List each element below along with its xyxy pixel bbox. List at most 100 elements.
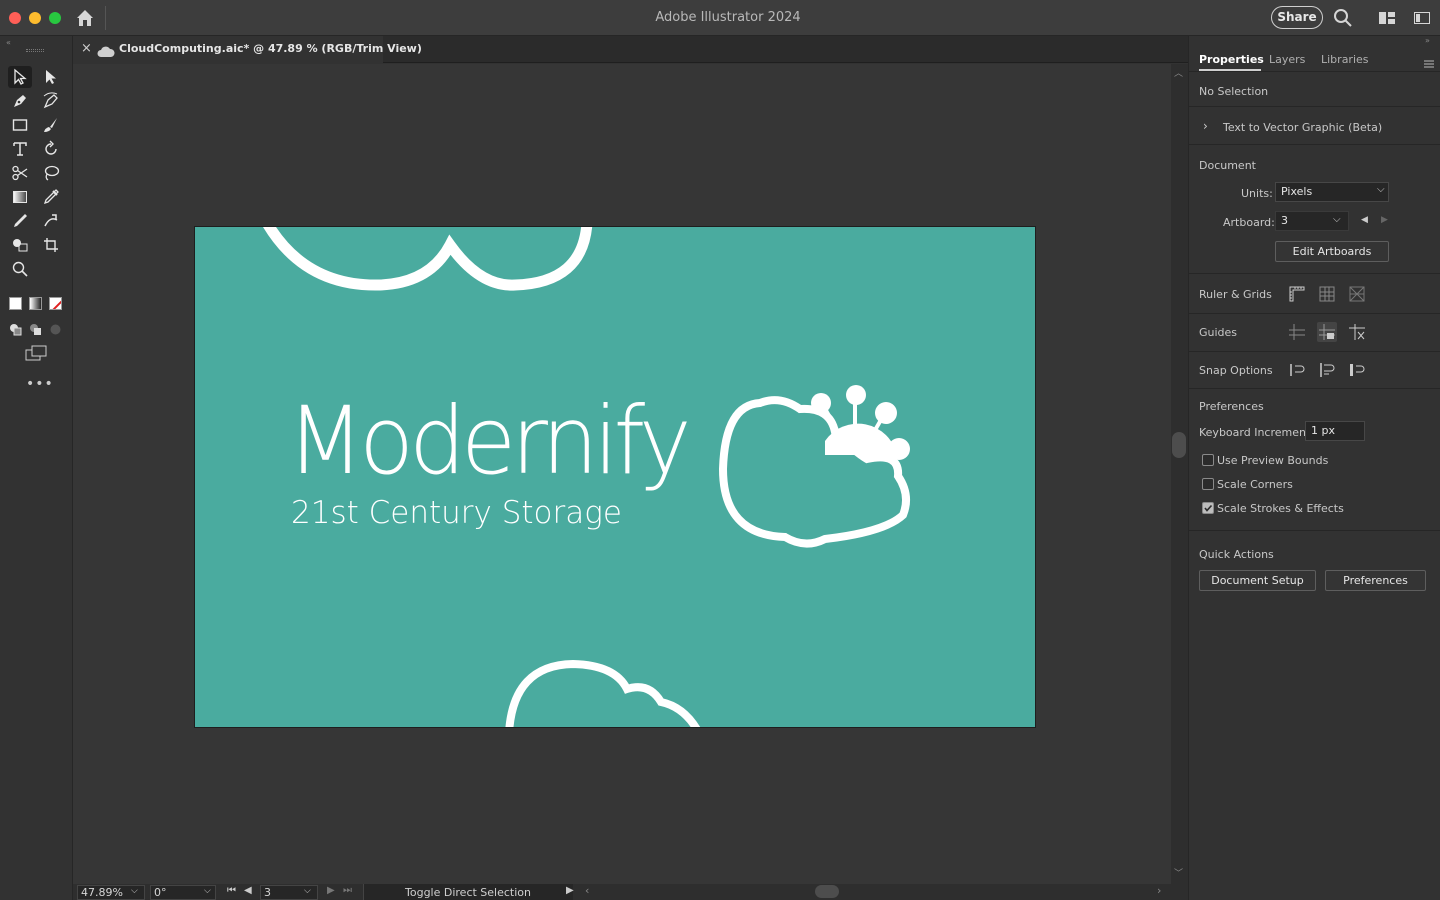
rotate-tool-icon[interactable] (39, 138, 63, 160)
tab-layers[interactable]: Layers (1269, 53, 1305, 66)
horizontal-scroll-thumb[interactable] (815, 885, 839, 898)
rotation-dropdown-icon[interactable]: ⌵ (204, 886, 211, 896)
direct-selection-tool-icon[interactable] (39, 66, 63, 88)
top-cloud-outline (263, 227, 593, 291)
rectangle-tool-icon[interactable] (8, 114, 32, 136)
draw-behind-icon[interactable] (29, 321, 42, 335)
none-swatch[interactable] (49, 297, 62, 310)
expand-panel-icon[interactable]: » (1425, 36, 1430, 45)
share-button[interactable]: Share (1271, 6, 1323, 29)
first-artboard-icon[interactable]: ⏮ (227, 885, 236, 896)
tab-properties[interactable]: Properties (1199, 53, 1264, 66)
artboard-number: 3 (264, 886, 271, 899)
fill-swatch[interactable] (9, 297, 22, 310)
scroll-right-icon[interactable]: › (1157, 884, 1161, 897)
next-artboard-icon[interactable]: ▶ (327, 885, 335, 896)
status-text: Toggle Direct Selection (405, 886, 531, 899)
logo-cloud-icon (718, 385, 911, 548)
document-tab[interactable]: × CloudComputing.aic* @ 47.89 % (RGB/Tri… (73, 36, 422, 63)
type-tool-icon[interactable] (8, 138, 32, 160)
separator (1189, 273, 1440, 274)
close-tab-icon[interactable]: × (81, 41, 92, 56)
separator (1189, 388, 1440, 389)
document-setup-button[interactable]: Document Setup (1199, 570, 1316, 591)
snap-to-glyph-icon[interactable] (1347, 360, 1367, 380)
draw-inside-icon[interactable] (49, 321, 62, 335)
panel-toggle-icon[interactable] (1413, 10, 1431, 26)
tab-libraries[interactable]: Libraries (1321, 53, 1369, 66)
scissors-tool-icon[interactable] (8, 162, 32, 184)
units-chevron-down-icon[interactable]: ⌵ (1377, 184, 1385, 195)
bottom-cloud-outline (505, 659, 701, 727)
scroll-left-icon[interactable]: ‹ (585, 884, 589, 897)
vertical-scrollbar[interactable]: ︿ ﹀ (1171, 64, 1188, 884)
units-value: Pixels (1281, 185, 1313, 198)
text-to-vector-label[interactable]: Text to Vector Graphic (Beta) (1223, 121, 1382, 134)
title-bar: Adobe Illustrator 2024 Share (0, 0, 1440, 36)
next-artboard-panel-icon[interactable]: ▶ (1381, 215, 1388, 225)
gradient-swatch[interactable] (29, 297, 42, 310)
keyboard-increment-input[interactable]: 1 px (1305, 421, 1365, 441)
previous-artboard-icon[interactable]: ◀ (244, 885, 252, 896)
more-tools-icon[interactable]: ••• (26, 376, 54, 392)
previous-artboard-panel-icon[interactable]: ◀ (1361, 215, 1368, 225)
vertical-scroll-thumb[interactable] (1172, 432, 1186, 458)
scroll-up-icon[interactable]: ︿ (1174, 66, 1183, 79)
curvature-tool-icon[interactable] (39, 90, 63, 112)
rotation-value: 0° (154, 886, 167, 899)
pen-tool-icon[interactable] (8, 90, 32, 112)
artboard-chevron-down-icon[interactable]: ⌵ (1333, 214, 1341, 225)
last-artboard-icon[interactable]: ⏭ (343, 885, 352, 896)
snap-to-pixel-icon[interactable] (1317, 360, 1337, 380)
selection-tool-icon[interactable] (8, 66, 32, 88)
scale-strokes-checkbox[interactable] (1202, 502, 1214, 514)
search-icon[interactable] (1333, 8, 1353, 28)
ruler-icon[interactable] (1287, 284, 1307, 304)
separator (1189, 351, 1440, 352)
quick-actions-heading: Quick Actions (1199, 548, 1274, 561)
separator (1189, 106, 1440, 107)
puppet-warp-tool-icon[interactable] (39, 210, 63, 232)
use-preview-bounds-checkbox[interactable] (1202, 454, 1214, 466)
eyedropper-blend-tool-icon[interactable] (39, 186, 63, 208)
paintbrush-tool-icon[interactable] (39, 114, 63, 136)
draw-normal-icon[interactable] (9, 321, 22, 336)
artboard-dropdown-icon[interactable]: ⌵ (304, 886, 311, 896)
separator (1189, 530, 1440, 531)
edit-artboards-button[interactable]: Edit Artboards (1275, 241, 1389, 262)
status-menu-icon[interactable]: ▶ (566, 885, 574, 896)
zoom-tool-icon[interactable] (8, 258, 32, 280)
eyedropper-tool-icon[interactable] (8, 210, 32, 232)
panel-menu-icon[interactable] (1423, 54, 1435, 68)
snap-to-point-icon[interactable] (1287, 360, 1307, 380)
collapse-icon[interactable]: « (6, 38, 11, 47)
grid-icon[interactable] (1317, 284, 1337, 304)
ruler-grids-label: Ruler & Grids (1199, 288, 1272, 301)
brand-tagline: 21st Century Storage (291, 495, 622, 531)
lock-guides-icon[interactable] (1317, 322, 1337, 342)
units-select[interactable]: Pixels (1275, 182, 1389, 202)
screen-mode-icon[interactable] (24, 344, 48, 362)
properties-panel: » Properties Layers Libraries No Selecti… (1188, 36, 1440, 900)
lasso-tool-icon[interactable] (39, 162, 63, 184)
chevron-right-icon[interactable]: › (1203, 119, 1208, 133)
separator (1189, 313, 1440, 314)
active-tab-indicator (1199, 69, 1261, 71)
zoom-dropdown-icon[interactable]: ⌵ (131, 886, 138, 896)
smart-guides-icon[interactable] (1347, 322, 1367, 342)
shape-builder-tool-icon[interactable] (8, 234, 32, 256)
grip-icon[interactable] (26, 49, 44, 52)
scale-corners-checkbox[interactable] (1202, 478, 1214, 490)
tools-panel: « ••• (0, 36, 73, 900)
artboard-tool-icon[interactable] (39, 234, 63, 256)
scroll-down-icon[interactable]: ﹀ (1174, 866, 1183, 879)
workspace-layout-icon[interactable] (1378, 10, 1396, 26)
snap-options-label: Snap Options (1199, 364, 1273, 377)
artboard[interactable]: Modernify 21st Century Storage (194, 226, 1036, 728)
gradient-tool-icon[interactable] (8, 186, 32, 208)
scale-strokes-label: Scale Strokes & Effects (1217, 502, 1344, 515)
preferences-button[interactable]: Preferences (1325, 570, 1426, 591)
document-tab-title: CloudComputing.aic* @ 47.89 % (RGB/Trim … (119, 42, 422, 55)
perspective-grid-icon[interactable] (1347, 284, 1367, 304)
show-guides-icon[interactable] (1287, 322, 1307, 342)
